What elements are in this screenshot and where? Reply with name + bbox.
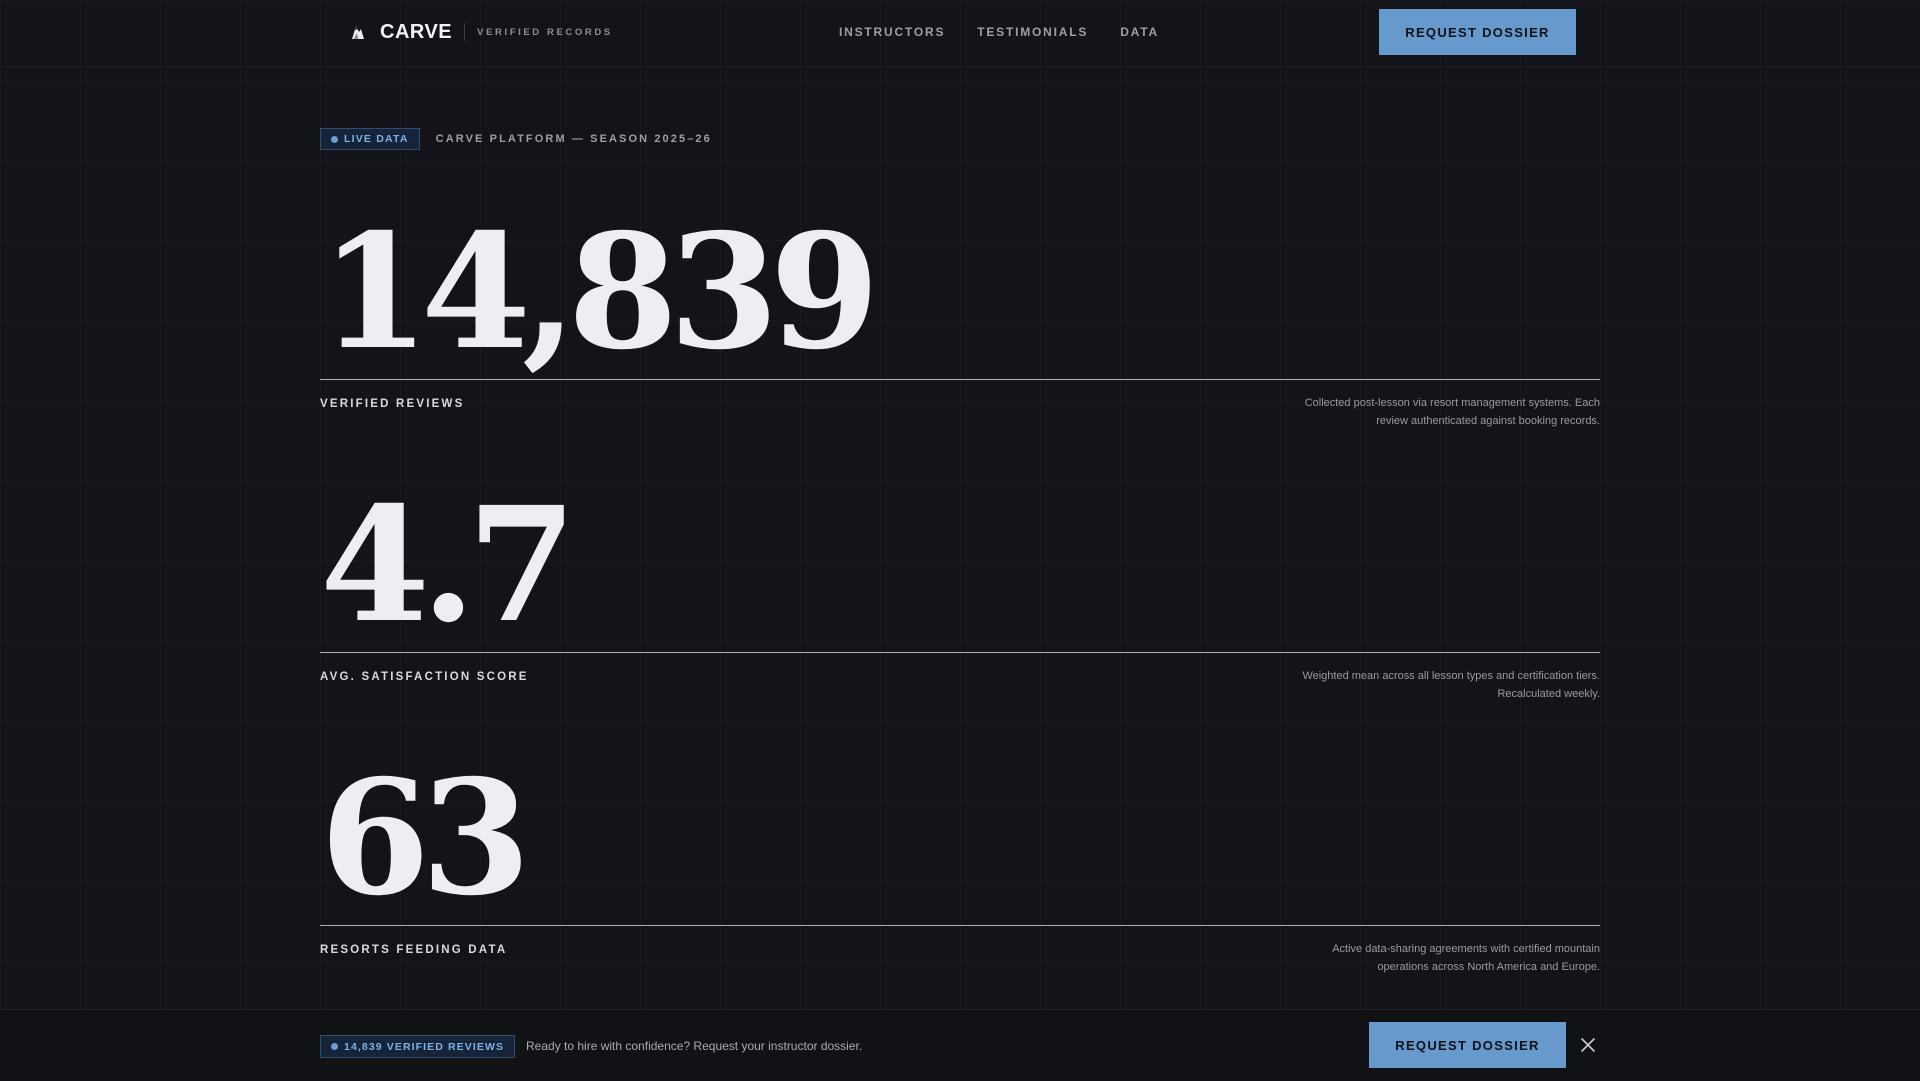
stat-divider [320,652,1600,653]
stat-description-line: Collected post-lesson via resort managem… [1304,397,1600,409]
stat-divider [320,379,1600,380]
request-dossier-button-bottom[interactable]: REQUEST DOSSIER [1369,1022,1566,1068]
stat-label: RESORTS FEEDING DATA [320,944,508,956]
brand-name: CARVE [380,20,453,43]
stat-description: Weighted mean across all lesson types an… [1260,667,1600,703]
stat-divider [320,925,1600,926]
brand-tagline: VERIFIED RECORDS [477,26,613,38]
badge-dot-icon [331,1043,338,1050]
site-header: CARVE VERIFIED RECORDS INSTRUCTORS TESTI… [0,0,1920,67]
stat-verified-reviews: 14,839 VERIFIED REVIEWS Collected post-l… [320,200,1600,435]
nav-link-testimonials[interactable]: TESTIMONIALS [977,25,1088,39]
stat-description: Collected post-lesson via resort managem… [1260,394,1600,430]
stat-label: VERIFIED REVIEWS [320,398,465,410]
brand-divider [464,23,466,41]
cta-message: Ready to hire with confidence? Request y… [526,1039,863,1053]
stat-resorts-feeding-data: 63 RESORTS FEEDING DATA Active data-shar… [320,746,1600,981]
stat-value: 4.7 [320,473,577,658]
stat-description-line: Recalculated weekly. [1497,688,1600,700]
stat-description-line: Weighted mean across all lesson types an… [1302,670,1600,682]
stat-satisfaction-score: 4.7 AVG. SATISFACTION SCORE Weighted mea… [320,473,1600,708]
stat-value: 63 [320,746,531,931]
mountain-logo-icon [350,23,366,41]
request-dossier-button[interactable]: REQUEST DOSSIER [1379,9,1576,55]
stat-description-line: Active data-sharing agreements with cert… [1332,943,1600,955]
meta-line: LIVE DATA CARVE PLATFORM — SEASON 2025–2… [320,128,712,150]
verified-reviews-badge-label: 14,839 VERIFIED REVIEWS [344,1040,505,1053]
platform-season-label: CARVE PLATFORM — SEASON 2025–26 [435,133,712,145]
stat-label: AVG. SATISFACTION SCORE [320,671,529,683]
nav-link-data[interactable]: DATA [1120,25,1159,39]
stat-description: Active data-sharing agreements with cert… [1260,940,1600,976]
stat-description-line: operations across North America and Euro… [1377,961,1600,973]
nav-link-instructors[interactable]: INSTRUCTORS [839,25,945,39]
main-nav: INSTRUCTORS TESTIMONIALS DATA [839,25,1191,39]
brand[interactable]: CARVE VERIFIED RECORDS [350,18,613,46]
live-data-badge: LIVE DATA [320,128,420,150]
live-dot-icon [331,135,338,143]
stat-description-line: review authenticated against booking rec… [1376,415,1600,427]
sticky-cta-bar: 14,839 VERIFIED REVIEWS Ready to hire wi… [0,1009,1920,1081]
live-badge-label: LIVE DATA [344,133,409,145]
close-icon[interactable] [1579,1036,1597,1054]
stat-value: 14,839 [320,200,880,385]
verified-reviews-badge: 14,839 VERIFIED REVIEWS [320,1035,516,1058]
